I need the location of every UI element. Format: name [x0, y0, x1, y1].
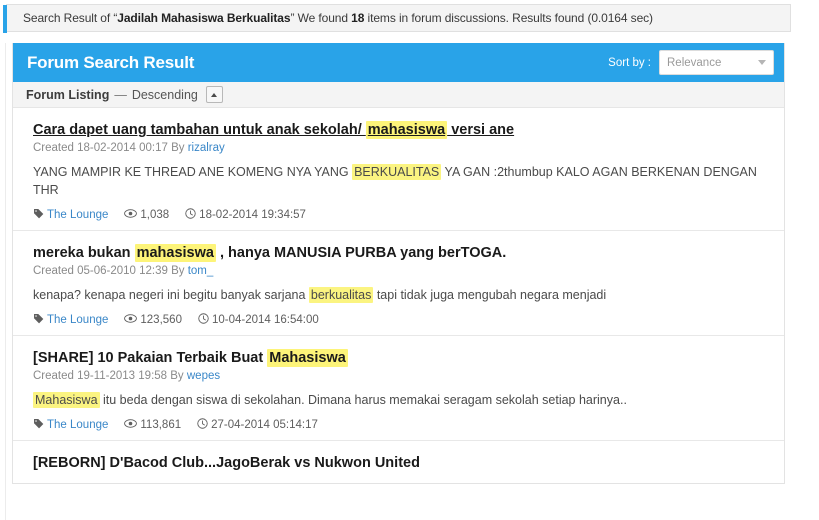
meta-forum: The Lounge	[33, 418, 108, 432]
meta-time: 18-02-2014 19:34:57	[185, 208, 306, 222]
clock-icon	[185, 208, 196, 222]
meta-views: 123,560	[124, 313, 182, 327]
forum-search-result-panel: Forum Search Result Sort by : Relevance …	[12, 43, 785, 484]
result-title-link[interactable]: Cara dapet uang tambahan untuk anak seko…	[33, 120, 593, 140]
search-term-highlight: BERKUALITAS	[352, 164, 442, 180]
summary-prefix: Search Result of “	[23, 11, 118, 25]
search-summary-bar: Search Result of “Jadilah Mahasiswa Berk…	[3, 4, 791, 33]
left-gutter-line	[5, 43, 6, 520]
result-view-count: 123,560	[140, 314, 182, 326]
search-term-highlight: Mahasiswa	[33, 392, 100, 408]
tag-icon	[33, 208, 44, 222]
result-snippet: kenapa? kenapa negeri ini begitu banyak …	[33, 287, 607, 303]
forum-listing-bar: Forum Listing — Descending	[13, 82, 784, 108]
result-timestamp: 10-04-2014 16:54:00	[211, 314, 319, 326]
result-forum-link[interactable]: The Lounge	[47, 209, 108, 221]
meta-forum: The Lounge	[33, 208, 108, 222]
search-result-item: mereka bukan mahasiswa , hanya MANUSIA P…	[13, 231, 784, 336]
result-created-line: Created 19-11-2013 19:58 By wepes	[33, 370, 768, 382]
meta-views: 113,861	[124, 418, 181, 432]
result-author-link[interactable]: tom_	[188, 265, 214, 277]
result-author-link[interactable]: wepes	[187, 370, 220, 382]
sort-group: Sort by : Relevance	[608, 50, 774, 75]
summary-suffix: items in forum discussions. Results foun…	[364, 11, 654, 25]
result-title-link[interactable]: [REBORN] D'Bacod Club...JagoBerak vs Nuk…	[33, 453, 593, 473]
result-title-link[interactable]: [SHARE] 10 Pakaian Terbaik Buat Mahasisw…	[33, 348, 593, 368]
result-forum-link[interactable]: The Lounge	[47, 419, 108, 431]
created-text: Created 18-02-2014 00:17 By	[33, 142, 188, 154]
eye-icon	[124, 313, 138, 327]
result-author-link[interactable]: rizalray	[188, 142, 225, 154]
summary-count: 18	[351, 11, 365, 25]
chevron-up-icon	[211, 92, 218, 97]
meta-forum: The Lounge	[33, 313, 108, 327]
created-text: Created 05-06-2010 12:39 By	[33, 265, 188, 277]
search-result-item: [SHARE] 10 Pakaian Terbaik Buat Mahasisw…	[13, 336, 784, 441]
tag-icon	[33, 313, 44, 327]
created-text: Created 19-11-2013 19:58 By	[33, 370, 187, 382]
chevron-down-icon	[758, 60, 766, 65]
eye-icon	[124, 418, 138, 432]
clock-icon	[198, 313, 209, 327]
result-title-link[interactable]: mereka bukan mahasiswa , hanya MANUSIA P…	[33, 243, 593, 263]
result-created-line: Created 18-02-2014 00:17 By rizalray	[33, 142, 768, 154]
sort-by-value: Relevance	[667, 56, 722, 69]
listing-dash: —	[114, 87, 127, 102]
search-term-highlight: Mahasiswa	[267, 349, 348, 367]
clock-icon	[197, 418, 208, 432]
result-meta-row: The Lounge 113,861 27-04-2014 05:14:17	[33, 418, 768, 432]
search-result-item: [REBORN] D'Bacod Club...JagoBerak vs Nuk…	[13, 441, 784, 483]
sort-by-label: Sort by :	[608, 56, 651, 69]
result-created-line: Created 05-06-2010 12:39 By tom_	[33, 265, 768, 277]
listing-sort-order: Descending	[131, 87, 198, 102]
search-term-highlight: mahasiswa	[365, 121, 448, 139]
page-title: Forum Search Result	[27, 52, 195, 72]
sort-by-select[interactable]: Relevance	[659, 50, 774, 75]
result-forum-link[interactable]: The Lounge	[47, 314, 108, 326]
eye-icon	[124, 208, 138, 222]
tag-icon	[33, 418, 44, 432]
panel-header: Forum Search Result Sort by : Relevance	[13, 43, 784, 82]
summary-mid: ” We found	[290, 11, 352, 25]
meta-time: 27-04-2014 05:14:17	[197, 418, 318, 432]
search-term-highlight: berkualitas	[308, 287, 374, 303]
forum-listing-label: Forum Listing	[26, 87, 110, 102]
meta-time: 10-04-2014 16:54:00	[198, 313, 319, 327]
result-timestamp: 18-02-2014 19:34:57	[199, 209, 306, 221]
search-results-list: Cara dapet uang tambahan untuk anak seko…	[13, 108, 784, 483]
result-snippet: YANG MAMPIR KE THREAD ANE KOMENG NYA YAN…	[33, 164, 757, 197]
collapse-toggle-button[interactable]	[205, 86, 223, 103]
search-result-item: Cara dapet uang tambahan untuk anak seko…	[13, 108, 784, 231]
result-meta-row: The Lounge 1,038 18-02-2014 19:34:57	[33, 208, 768, 222]
summary-query: Jadilah Mahasiswa Berkualitas	[117, 11, 291, 25]
result-timestamp: 27-04-2014 05:14:17	[211, 419, 318, 431]
alert-accent-bar	[3, 5, 7, 33]
result-view-count: 113,861	[140, 419, 182, 431]
result-meta-row: The Lounge 123,560 10-04-2014 16:54:00	[33, 313, 768, 327]
search-term-highlight: mahasiswa	[134, 244, 216, 262]
search-summary-text: Search Result of “Jadilah Mahasiswa Berk…	[7, 11, 653, 25]
meta-views: 1,038	[124, 208, 169, 222]
result-snippet: Mahasiswa itu beda dengan siswa di sekol…	[33, 392, 627, 408]
result-view-count: 1,038	[140, 209, 170, 221]
